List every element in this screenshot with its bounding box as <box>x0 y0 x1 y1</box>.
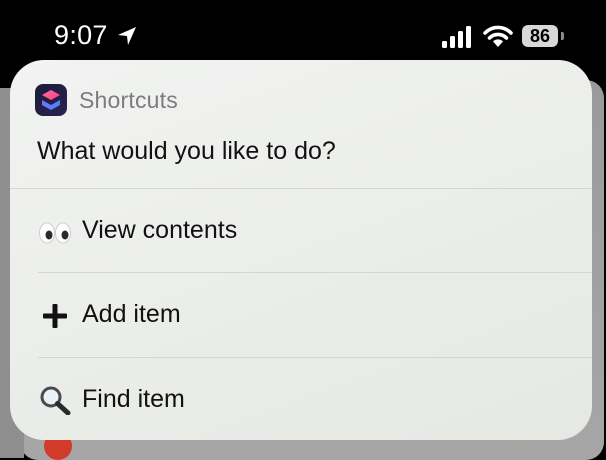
dialog-prompt: What would you like to do? <box>37 137 336 165</box>
shortcuts-app-icon <box>35 84 67 116</box>
option-view-contents[interactable]: View contents <box>10 189 592 273</box>
app-name: Shortcuts <box>79 87 178 113</box>
cellular-signal-icon <box>442 26 471 48</box>
shortcut-menu-card: Shortcuts What would you like to do? Vie… <box>10 60 592 440</box>
status-bar: 9:07 86 <box>0 0 606 62</box>
option-find-item[interactable]: Find item <box>10 358 592 440</box>
plus-icon <box>43 304 67 328</box>
magnifying-glass-icon <box>40 386 71 415</box>
wifi-icon <box>483 25 513 47</box>
option-label: View contents <box>82 216 238 244</box>
option-add-item[interactable]: Add item <box>10 273 592 357</box>
location-arrow-icon <box>118 27 136 45</box>
eyes-emoji-icon <box>39 222 71 244</box>
battery-tip <box>561 32 564 40</box>
option-label: Add item <box>82 300 181 328</box>
battery-indicator: 86 <box>522 25 558 47</box>
status-time: 9:07 <box>54 20 108 50</box>
battery-level: 86 <box>529 26 551 46</box>
option-label: Find item <box>82 385 185 413</box>
